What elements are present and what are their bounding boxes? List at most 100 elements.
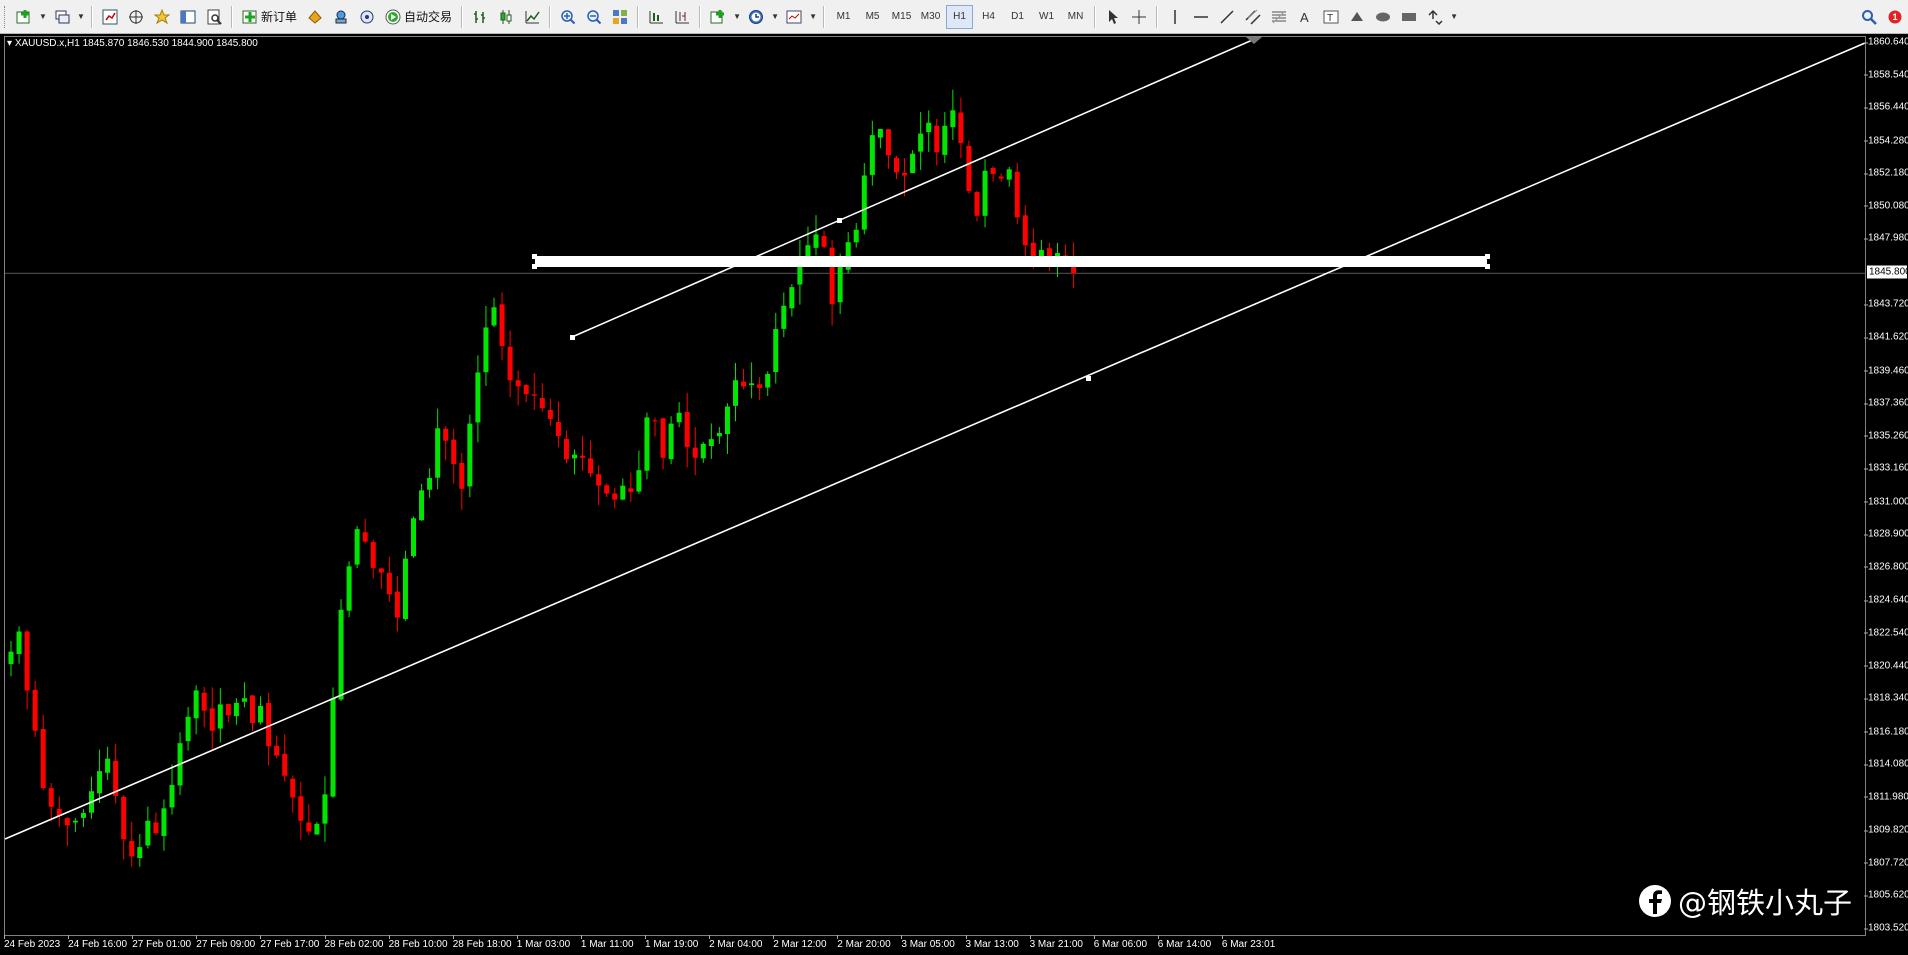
new-order-button[interactable]: 新订单	[238, 5, 301, 29]
bullish-candle	[435, 428, 441, 478]
candlestick-chart[interactable]	[5, 37, 1865, 935]
favorites-icon[interactable]	[150, 5, 174, 29]
templates-dropdown-icon[interactable]: ▼	[808, 5, 818, 29]
indicators-icon[interactable]	[706, 5, 730, 29]
bullish-candle	[773, 329, 779, 372]
toolbar-grip[interactable]	[4, 5, 8, 28]
shapes-dropdown-icon[interactable]: ▼	[1449, 5, 1459, 29]
toolbar-separator	[823, 5, 826, 28]
signals-icon[interactable]	[329, 5, 353, 29]
vertical-line-icon[interactable]	[1163, 5, 1187, 29]
vps-icon[interactable]	[355, 5, 379, 29]
zoom-out-icon[interactable]	[582, 5, 606, 29]
time-axis-label: 2 Mar 04:00	[709, 935, 763, 950]
market-watch-icon[interactable]	[98, 5, 122, 29]
profiles-dropdown-icon[interactable]: ▼	[76, 5, 86, 29]
price-axis-label: 1858.540	[1864, 69, 1908, 81]
timeframe-m15-button[interactable]: M15	[888, 5, 915, 29]
new-chart-icon[interactable]	[12, 5, 36, 29]
strategy-tester-icon[interactable]	[202, 5, 226, 29]
cursor-icon[interactable]	[1101, 5, 1125, 29]
price-axis-label: 1822.540	[1864, 627, 1908, 639]
price-axis-label: 1820.440	[1864, 660, 1908, 672]
bullish-candle	[837, 266, 843, 303]
price-axis[interactable]: 1860.640 1858.540 1856.440 1854.280 1852.180…	[1864, 36, 1908, 936]
indicators-dropdown-icon[interactable]: ▼	[732, 5, 742, 29]
candlestick-icon[interactable]	[494, 5, 518, 29]
chart-menu-triangle-icon[interactable]: ▾	[7, 38, 12, 49]
price-axis-label: 1856.440	[1864, 101, 1908, 113]
new-chart-dropdown-icon[interactable]: ▼	[38, 5, 48, 29]
search-icon[interactable]	[1857, 5, 1881, 29]
equidistant-channel-icon[interactable]	[1241, 5, 1265, 29]
periods-dropdown-icon[interactable]: ▼	[770, 5, 780, 29]
bullish-candle	[724, 406, 730, 435]
price-axis-label: 1833.160	[1864, 462, 1908, 474]
price-axis-label: 1828.900	[1864, 528, 1908, 540]
bullish-candle	[708, 439, 714, 447]
bearish-candle	[885, 129, 891, 156]
bullish-candle	[668, 423, 674, 460]
shapes-icon[interactable]	[1423, 5, 1447, 29]
price-axis-label: 1814.080	[1864, 758, 1908, 770]
bullish-candle	[918, 133, 924, 152]
bearish-candle	[274, 745, 280, 756]
templates-icon[interactable]	[782, 5, 806, 29]
rectangle-icon[interactable]	[1397, 5, 1421, 29]
timeframe-d1-button[interactable]: D1	[1004, 5, 1031, 29]
timeframe-m1-button[interactable]: M1	[830, 5, 857, 29]
bearish-candle	[652, 420, 658, 422]
bullish-candle	[910, 153, 916, 174]
toolbar-separator	[231, 5, 233, 28]
ellipse-icon[interactable]	[1371, 5, 1395, 29]
text-label-icon[interactable]: T	[1319, 5, 1343, 29]
price-axis-label: 1811.980	[1864, 791, 1908, 803]
horizontal-line-icon[interactable]	[1189, 5, 1213, 29]
auto-trading-button[interactable]: 自动交易	[381, 5, 456, 29]
notification-count: 1	[1892, 11, 1898, 22]
bearish-candle	[902, 172, 908, 176]
periods-icon[interactable]	[744, 5, 768, 29]
bearish-candle	[660, 418, 666, 458]
bullish-candle	[765, 374, 771, 388]
profiles-icon[interactable]	[50, 5, 74, 29]
channel-anchor-handle	[570, 335, 575, 340]
bullish-candle	[733, 380, 738, 406]
arrows-icon[interactable]	[1345, 5, 1369, 29]
timeframe-mn-button[interactable]: MN	[1062, 5, 1089, 29]
time-axis[interactable]: 24 Feb 2023 24 Feb 16:00 27 Feb 01:00 27 Fe…	[0, 935, 1908, 955]
bar-chart-icon[interactable]	[468, 5, 492, 29]
channel-upper-line	[571, 37, 1262, 338]
bearish-candle	[894, 157, 899, 173]
text-icon[interactable]: A	[1293, 5, 1317, 29]
market-icon[interactable]	[303, 5, 327, 29]
time-axis-label: 2 Mar 12:00	[773, 935, 827, 950]
timeframe-h1-button[interactable]: H1	[946, 4, 974, 29]
chart-shift-icon[interactable]	[670, 5, 694, 29]
bearish-candle	[757, 384, 763, 388]
timeframe-m30-button[interactable]: M30	[917, 5, 944, 29]
bullish-candle	[169, 785, 175, 808]
bearish-candle	[1014, 171, 1020, 218]
line-chart-icon[interactable]	[520, 5, 544, 29]
bearish-candle	[64, 818, 70, 826]
data-window-icon[interactable]	[176, 5, 200, 29]
timeframe-h4-button[interactable]: H4	[975, 5, 1002, 29]
crosshair-icon[interactable]	[1127, 5, 1151, 29]
timeframe-m5-button[interactable]: M5	[859, 5, 886, 29]
timeframe-w1-button[interactable]: W1	[1033, 5, 1060, 29]
bearish-candle	[604, 485, 610, 494]
price-axis-label: 1835.260	[1864, 430, 1908, 442]
tile-windows-icon[interactable]	[608, 5, 632, 29]
auto-scroll-icon[interactable]	[644, 5, 668, 29]
toolbar-right: 1	[1856, 5, 1908, 29]
navigator-icon[interactable]	[124, 5, 148, 29]
bullish-candle	[861, 175, 867, 230]
bullish-candle	[676, 412, 682, 423]
bearish-candle	[201, 692, 207, 711]
trendline-icon[interactable]	[1215, 5, 1239, 29]
chart-area[interactable]	[4, 36, 1866, 936]
fibonacci-icon[interactable]	[1267, 5, 1291, 29]
zoom-in-icon[interactable]	[556, 5, 580, 29]
notification-icon[interactable]: 1	[1883, 5, 1907, 29]
